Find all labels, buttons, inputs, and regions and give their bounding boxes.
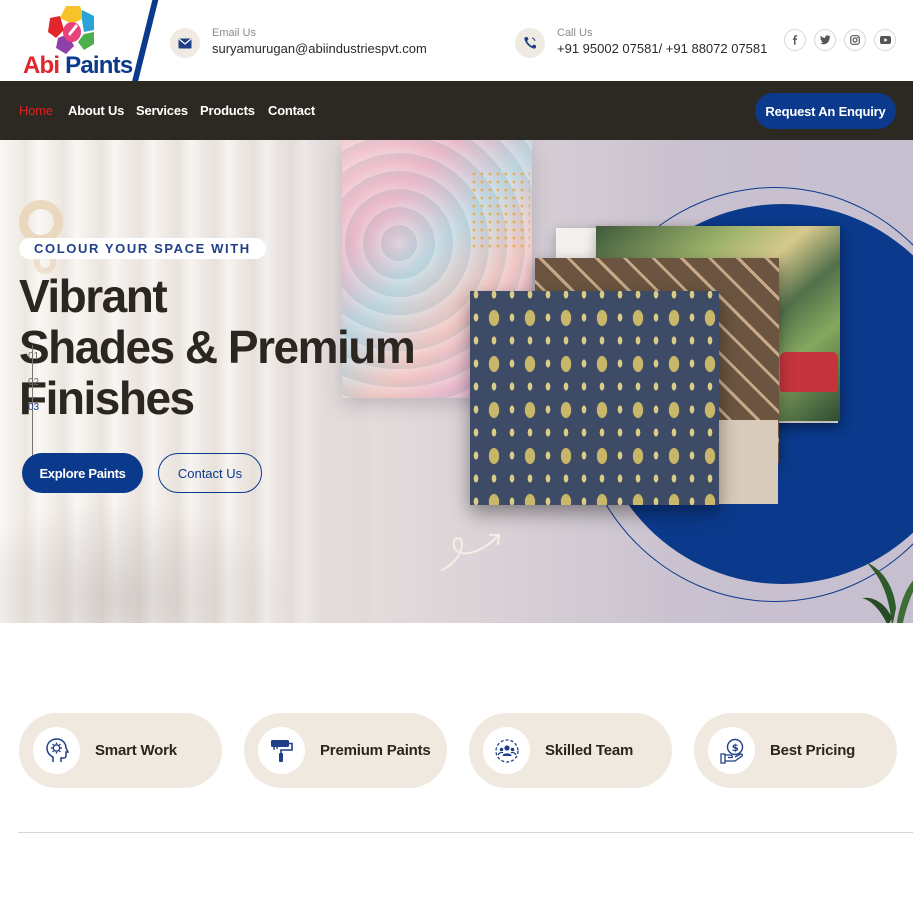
logo-text-abi: Abi <box>23 52 60 79</box>
svg-text:$: $ <box>731 743 738 754</box>
top-header: Abi Paints Email Us suryamurugan@abiindu… <box>0 0 913 89</box>
twitter-icon[interactable] <box>814 29 836 51</box>
request-enquiry-button[interactable]: Request An Enquiry <box>755 93 896 129</box>
logo[interactable]: Abi Paints <box>0 0 160 89</box>
phone-icon <box>515 28 545 58</box>
dollar-hand-icon: $ <box>708 727 755 774</box>
hero-headline-line-2: Shades & Premium <box>19 321 416 373</box>
slide-number-3[interactable]: 03 <box>28 402 39 413</box>
page: Abi Paints Email Us suryamurugan@abiindu… <box>0 0 913 913</box>
hero-tagline: COLOUR YOUR SPACE WITH <box>19 238 266 259</box>
hero-dot-pattern <box>470 170 530 250</box>
slide-number-1[interactable]: 01 <box>28 351 39 362</box>
youtube-icon[interactable] <box>874 29 896 51</box>
facebook-icon[interactable] <box>784 29 806 51</box>
feature-card-smart-work: Smart Work <box>19 713 222 788</box>
hero-banner: COLOUR YOUR SPACE WITH Vibrant Shades & … <box>0 140 913 623</box>
logo-text-paints: Paints <box>65 52 133 79</box>
swirl-arrow-icon <box>440 533 501 572</box>
email-label: Email Us <box>212 27 257 39</box>
feature-label: Smart Work <box>95 742 177 759</box>
logo-mark-icon <box>48 6 94 54</box>
team-icon <box>483 727 530 774</box>
paint-roller-icon <box>258 727 305 774</box>
feature-label: Best Pricing <box>770 742 856 759</box>
hero-headline-line-3: Finishes <box>19 372 195 424</box>
brain-gear-icon <box>33 727 80 774</box>
contact-us-button[interactable]: Contact Us <box>158 453 262 493</box>
feature-card-skilled-team: Skilled Team <box>469 713 672 788</box>
section-divider <box>18 832 913 833</box>
wallpaper-sample-beige <box>716 420 778 504</box>
hero-headline-line-1: Vibrant <box>19 270 168 322</box>
explore-paints-button[interactable]: Explore Paints <box>22 453 143 493</box>
nav-item-contact[interactable]: Contact <box>268 103 315 118</box>
feature-label: Skilled Team <box>545 742 634 759</box>
phone-label: Call Us <box>557 27 593 39</box>
sofa-image <box>780 352 838 392</box>
nav-item-products[interactable]: Products <box>200 103 255 118</box>
feature-label: Premium Paints <box>320 742 431 759</box>
slider-pagination: 01 02 03 <box>26 345 50 465</box>
nav-item-about-us[interactable]: About Us <box>68 103 124 118</box>
main-nav: Home About Us Services Products Contact … <box>0 81 913 140</box>
plant-leaves-icon <box>862 562 913 623</box>
envelope-icon <box>170 28 200 58</box>
hero-floor-shadow <box>0 500 300 623</box>
nav-item-home[interactable]: Home <box>19 103 53 118</box>
nav-item-services[interactable]: Services <box>136 103 188 118</box>
instagram-icon[interactable] <box>844 29 866 51</box>
logo-divider-stripe <box>130 0 160 89</box>
slide-number-2[interactable]: 02 <box>28 377 39 388</box>
phone-value[interactable]: +91 95002 07581/ +91 88072 07581 <box>557 41 767 56</box>
feature-card-premium-paints: Premium Paints <box>244 713 447 788</box>
hero-headline: Vibrant Shades & Premium Finishes <box>19 270 416 424</box>
feature-card-best-pricing: $ Best Pricing <box>694 713 897 788</box>
wallpaper-sample-damask <box>470 291 719 505</box>
email-value[interactable]: suryamurugan@abiindustriespvt.com <box>212 41 427 56</box>
logo-text: Abi Paints <box>23 52 133 79</box>
